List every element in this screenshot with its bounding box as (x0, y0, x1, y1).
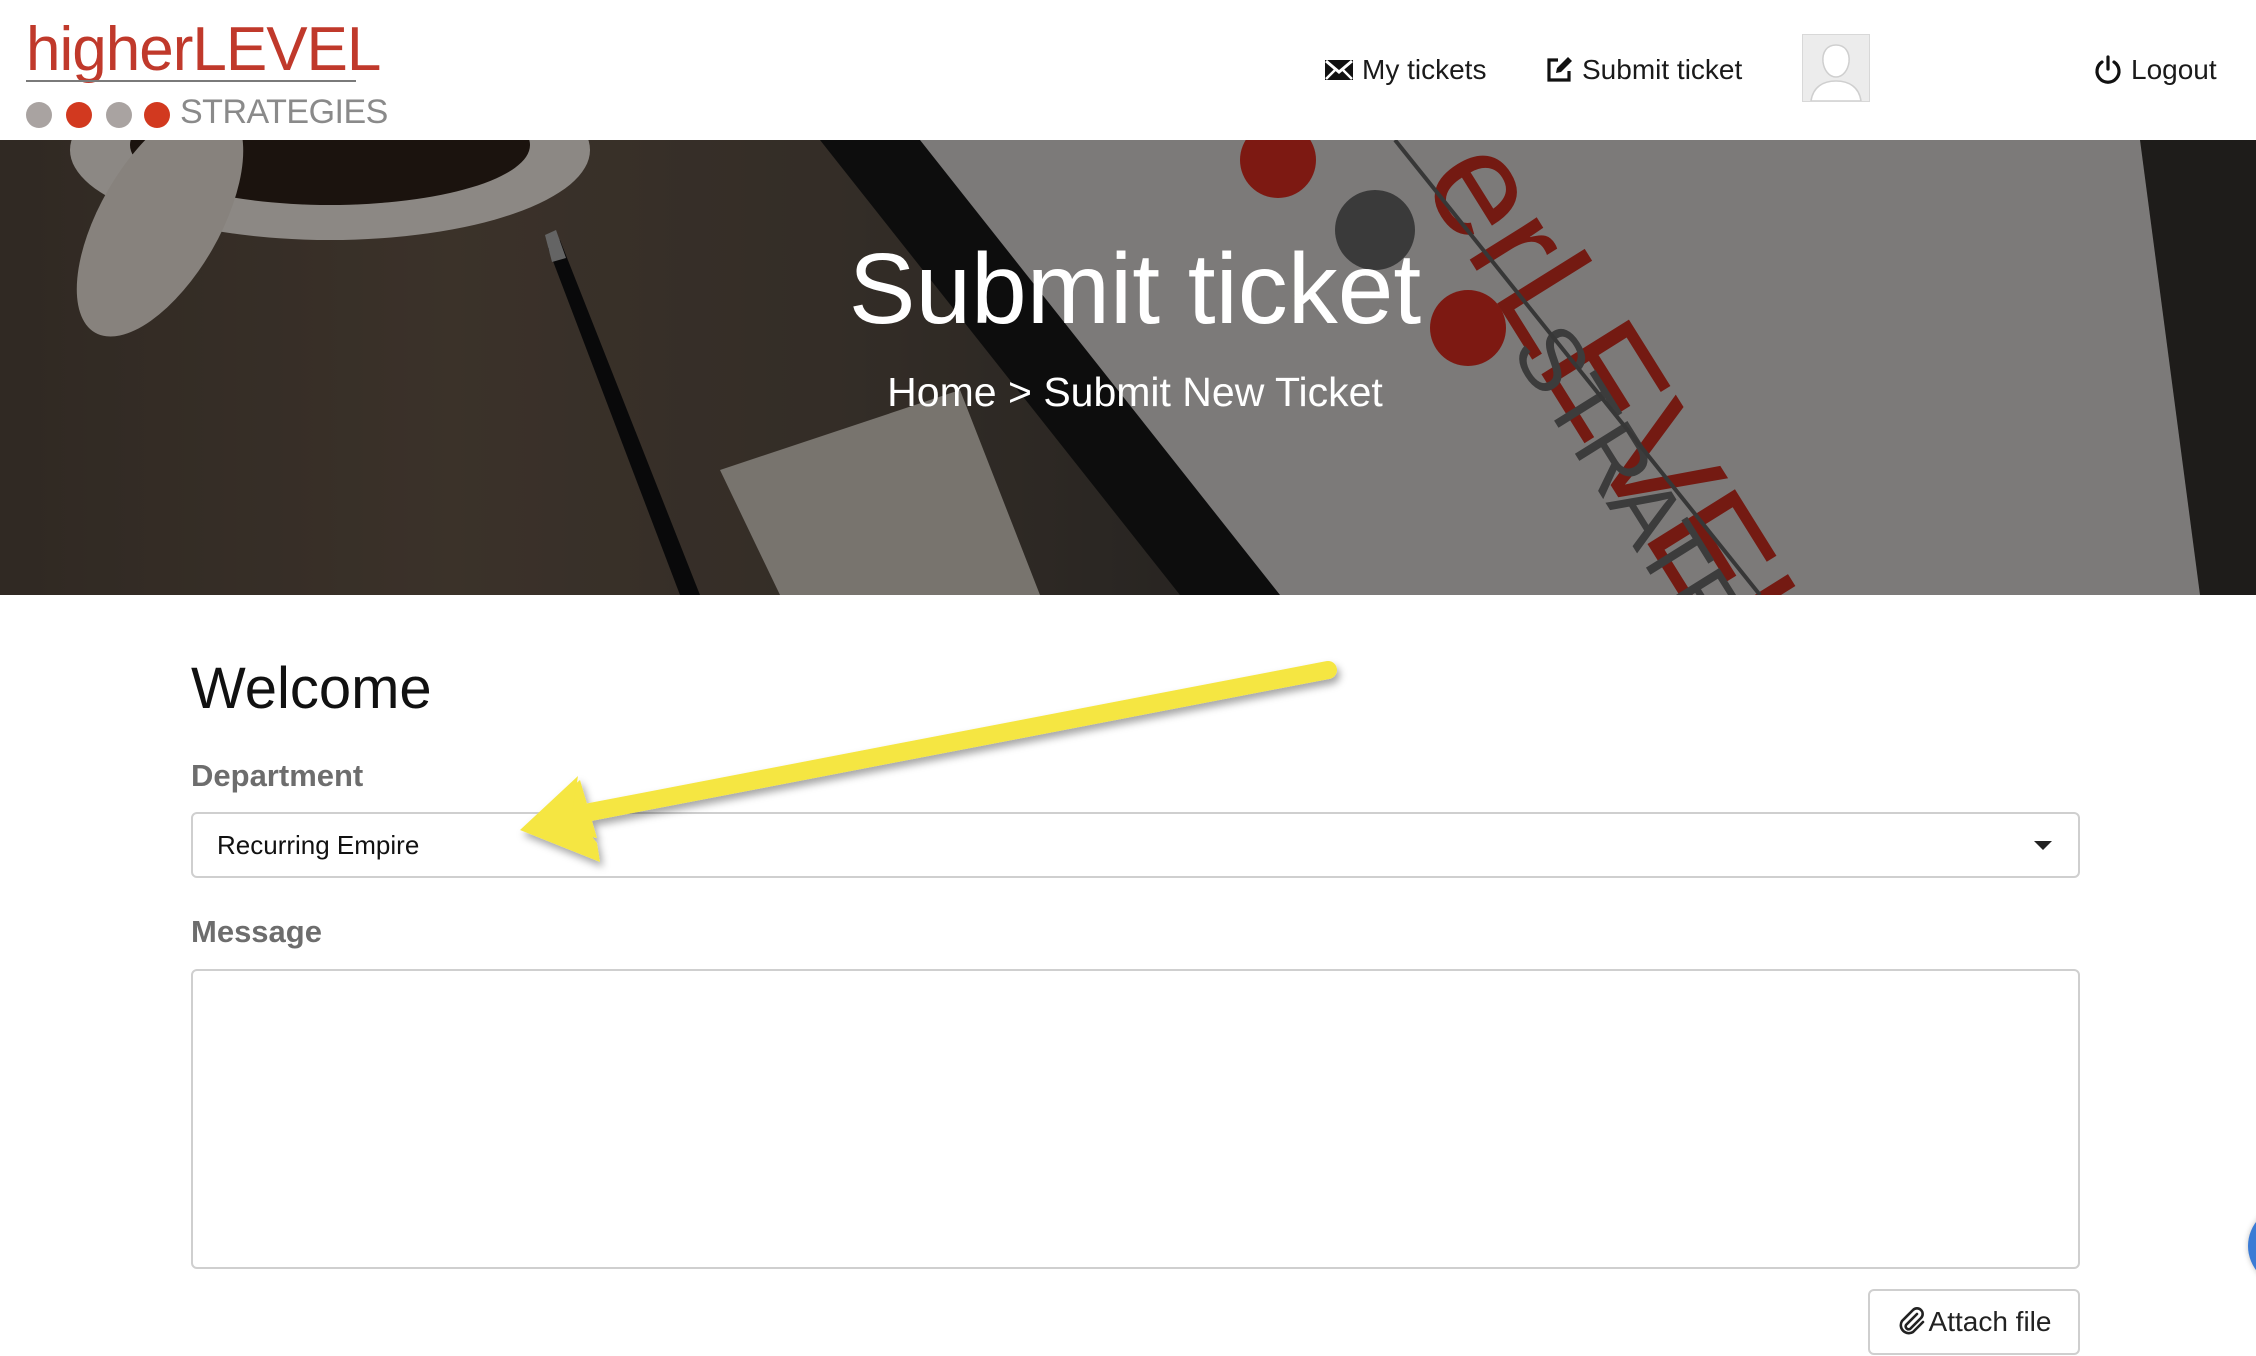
logo-word-level: LEVEL (192, 15, 381, 84)
department-selected-value: Recurring Empire (217, 830, 420, 860)
nav-logout-label: Logout (2131, 54, 2217, 85)
user-silhouette-icon (1803, 35, 1869, 101)
logo-tagline: STRATEGIES (180, 93, 388, 131)
message-label: Message (191, 914, 322, 949)
nav-submit-ticket[interactable]: Submit ticket (1544, 48, 1742, 92)
caret-down-icon (2034, 841, 2052, 850)
logo-wordmark: higherLEVEL (26, 14, 381, 86)
logo-dot-grey-2 (106, 102, 132, 128)
logo-dot-grey-1 (26, 102, 52, 128)
breadcrumb-separator: > (1007, 369, 1032, 415)
page-title: Submit ticket (848, 233, 1422, 345)
attach-file-label: Attach file (1928, 1306, 2052, 1337)
paperclip-icon (1899, 1307, 1924, 1335)
breadcrumb-current: Submit New Ticket (1043, 369, 1383, 415)
nav-my-tickets-label: My tickets (1362, 54, 1487, 85)
chat-widget-button[interactable] (2248, 1206, 2256, 1286)
logo-underline (26, 80, 356, 82)
department-label: Department (191, 758, 364, 793)
higherlevel-logo[interactable]: higherLEVEL STRATEGIES (26, 14, 388, 131)
logo-dot-red-1 (66, 102, 92, 128)
breadcrumb-home-link[interactable]: Home (887, 369, 996, 415)
power-icon (2095, 55, 2121, 84)
breadcrumb: Home > Submit New Ticket (0, 367, 2256, 417)
edit-icon (1547, 57, 1572, 82)
envelope-icon (1325, 59, 1353, 80)
nav-my-tickets[interactable]: My tickets (1324, 48, 1486, 92)
user-avatar[interactable] (1802, 34, 1870, 102)
message-textarea[interactable] (191, 969, 2080, 1269)
department-select[interactable]: Recurring Empire (191, 812, 2080, 878)
site-header: higherLEVEL STRATEGIES My tickets Submit… (0, 0, 2256, 140)
nav-submit-ticket-label: Submit ticket (1582, 54, 1743, 85)
hero-banner: erLEVEL STRATEGIES Submit ticket Home > … (0, 140, 2256, 595)
form-heading: Welcome (191, 656, 432, 721)
attach-file-button[interactable]: Attach file (1868, 1289, 2080, 1355)
logo-word-higher: higher (26, 15, 193, 84)
nav-logout[interactable]: Logout (2093, 48, 2217, 92)
logo-dot-red-2 (144, 102, 170, 128)
